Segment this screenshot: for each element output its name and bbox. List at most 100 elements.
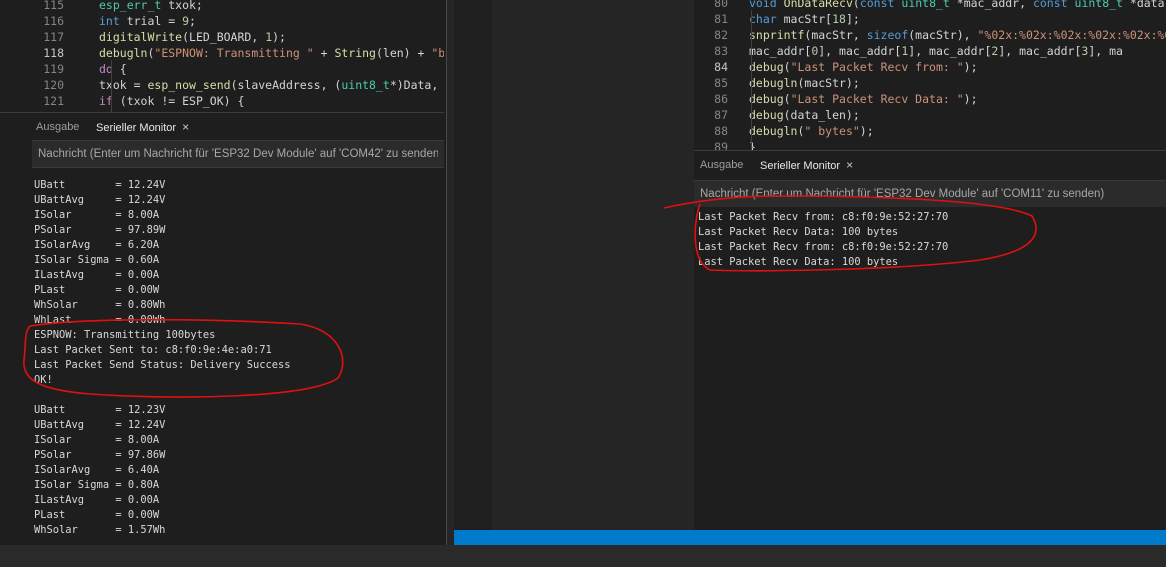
taskbar	[0, 545, 1166, 567]
line-number: 116	[43, 14, 64, 28]
code-line[interactable]: 120 txok = esp_now_send(slaveAddress, (u…	[0, 77, 444, 93]
serial-line: WhLast = 0.00Wh	[34, 314, 166, 326]
tab-serial-monitor[interactable]: Serieller Monitor ×	[760, 151, 853, 181]
code-line[interactable]: 81 char macStr[18];	[694, 11, 1166, 27]
line-number: 83	[714, 44, 728, 58]
serial-line: PLast = 0.00W	[34, 284, 160, 296]
serial-line: UBattAvg = 12.24V	[34, 194, 166, 206]
line-number: 88	[714, 124, 728, 138]
code-line[interactable]: 82 snprintf(macStr, sizeof(macStr), "%02…	[694, 27, 1166, 43]
code-line[interactable]: 116 int trial = 9;	[0, 13, 444, 29]
serial-line: UBatt = 12.24V	[34, 179, 166, 191]
code-line[interactable]: 121 if (txok != ESP_OK) {	[0, 93, 444, 109]
right-ide-window: 80 void OnDataRecv(const uint8_t *mac_add…	[446, 0, 1166, 552]
code-text: snprintf(macStr, sizeof(macStr), "%02x:%…	[749, 28, 1166, 42]
serial-line: OK!	[34, 374, 53, 386]
code-line[interactable]: 87 debug(data_len);	[694, 107, 1166, 123]
right-main-area: 80 void OnDataRecv(const uint8_t *mac_add…	[694, 0, 1166, 552]
code-text: int trial = 9;	[99, 14, 196, 28]
code-line[interactable]: 84 debug("Last Packet Recv from: ");	[694, 59, 1166, 75]
code-line[interactable]: 86 debug("Last Packet Recv Data: ");	[694, 91, 1166, 107]
code-line[interactable]: 88 debugln(" bytes");	[694, 123, 1166, 139]
serial-line: ISolarAvg = 6.40A	[34, 464, 160, 476]
right-code-editor[interactable]: 80 void OnDataRecv(const uint8_t *mac_add…	[694, 0, 1166, 154]
serial-line: Last Packet Recv Data: 100 bytes	[698, 226, 899, 238]
serial-line: Last Packet Recv from: c8:f0:9e:52:27:70	[698, 211, 949, 223]
serial-output: Last Packet Recv from: c8:f0:9e:52:27:70…	[694, 207, 1166, 530]
tab-serial-monitor-label: Serieller Monitor	[760, 160, 841, 172]
line-number: 82	[714, 28, 728, 42]
serial-line: ISolar = 8.00A	[34, 434, 160, 446]
line-number: 81	[714, 12, 728, 26]
line-number: 121	[43, 94, 64, 108]
line-number: 85	[714, 76, 728, 90]
message-input-bar	[694, 180, 1166, 208]
tab-output[interactable]: Ausgabe	[36, 113, 79, 143]
code-text: debug("Last Packet Recv Data: ");	[749, 92, 978, 106]
left-panel-tabbar: Ausgabe Serieller Monitor ×	[0, 112, 444, 143]
code-line[interactable]: 117 digitalWrite(LED_BOARD, 1);	[0, 29, 444, 45]
line-number: 119	[43, 62, 64, 76]
code-line[interactable]: 80 void OnDataRecv(const uint8_t *mac_add…	[694, 0, 1166, 11]
code-line[interactable]: 115 esp_err_t txok;	[0, 0, 444, 13]
serial-line: WhSolar = 0.80Wh	[34, 299, 166, 311]
code-text: debugln("ESPNOW: Transmitting " + String…	[99, 46, 444, 60]
right-panel-tabbar: Ausgabe Serieller Monitor ×	[694, 150, 1166, 181]
serial-line: WhSolar = 1.57Wh	[34, 524, 166, 536]
left-ide-window: 115 esp_err_t txok; 116 int trial = 9; 117 di…	[0, 0, 444, 545]
serial-line: ILastAvg = 0.00A	[34, 494, 160, 506]
line-number: 86	[714, 92, 728, 106]
serial-line: Last Packet Recv from: c8:f0:9e:52:27:70	[698, 241, 949, 253]
tab-serial-monitor-label: Serieller Monitor	[96, 122, 177, 134]
left-code-editor[interactable]: 115 esp_err_t txok; 116 int trial = 9; 117 di…	[0, 0, 444, 112]
code-text: txok = esp_now_send(slaveAddress, (uint8…	[99, 78, 444, 92]
code-text: char macStr[18];	[749, 12, 860, 26]
code-text: esp_err_t txok;	[99, 0, 203, 12]
line-number: 118	[43, 46, 64, 60]
code-text: debug("Last Packet Recv from: ");	[749, 60, 978, 74]
line-number: 87	[714, 108, 728, 122]
tab-serial-monitor[interactable]: Serieller Monitor ×	[96, 113, 189, 143]
close-icon[interactable]: ×	[182, 120, 189, 134]
indent-guide	[111, 60, 112, 112]
serial-line: UBattAvg = 12.24V	[34, 419, 166, 431]
serial-line: UBatt = 12.23V	[34, 404, 166, 416]
code-text: mac_addr[0], mac_addr[1], mac_addr[2], m…	[749, 44, 1123, 58]
serial-line: Last Packet Send Status: Delivery Succes…	[34, 359, 291, 371]
serial-line: Last Packet Sent to: c8:f0:9e:4e:a0:71	[34, 344, 272, 356]
code-text: debug(data_len);	[749, 108, 860, 122]
code-text: digitalWrite(LED_BOARD, 1);	[99, 30, 286, 44]
tab-output-label: Ausgabe	[36, 121, 80, 133]
indent-guide	[751, 10, 752, 150]
serial-line: ISolar Sigma = 0.80A	[34, 479, 160, 491]
serial-line: PSolar = 97.89W	[34, 224, 166, 236]
serial-line: ISolar Sigma = 0.60A	[34, 254, 160, 266]
message-input-bar	[32, 140, 444, 168]
code-text: do {	[99, 62, 127, 76]
tab-output-label: Ausgabe	[700, 159, 744, 171]
serial-line: ILastAvg = 0.00A	[34, 269, 160, 281]
line-number: 80	[714, 0, 728, 10]
serial-line: ESPNOW: Transmitting 100bytes	[34, 329, 216, 341]
code-line[interactable]: 85 debugln(macStr);	[694, 75, 1166, 91]
serial-line: PSolar = 97.86W	[34, 449, 166, 461]
code-line[interactable]: 119 do {	[0, 61, 444, 77]
serial-line: ISolarAvg = 6.20A	[34, 239, 160, 251]
serial-message-input[interactable]	[694, 181, 1166, 207]
line-number: 84	[714, 60, 728, 74]
code-line[interactable]: 118 debugln("ESPNOW: Transmitting " + Str…	[0, 45, 444, 61]
close-icon[interactable]: ×	[846, 158, 853, 172]
line-number: 120	[43, 78, 64, 92]
serial-output: UBatt = 12.24V UBattAvg = 12.24V ISolar = …	[0, 168, 444, 545]
serial-line: PLast = 0.00W	[34, 509, 160, 521]
serial-message-input[interactable]	[32, 141, 444, 167]
activity-bar	[454, 0, 492, 552]
code-text: debugln(" bytes");	[749, 124, 874, 138]
tab-output[interactable]: Ausgabe	[700, 151, 743, 181]
serial-line: ISolar = 8.00A	[34, 209, 160, 221]
code-text: if (txok != ESP_OK) {	[99, 94, 245, 108]
code-text: debugln(macStr);	[749, 76, 860, 90]
code-line[interactable]: 83 mac_addr[0], mac_addr[1], mac_addr[2]…	[694, 43, 1166, 59]
line-number: 115	[43, 0, 64, 12]
line-number: 117	[43, 30, 64, 44]
